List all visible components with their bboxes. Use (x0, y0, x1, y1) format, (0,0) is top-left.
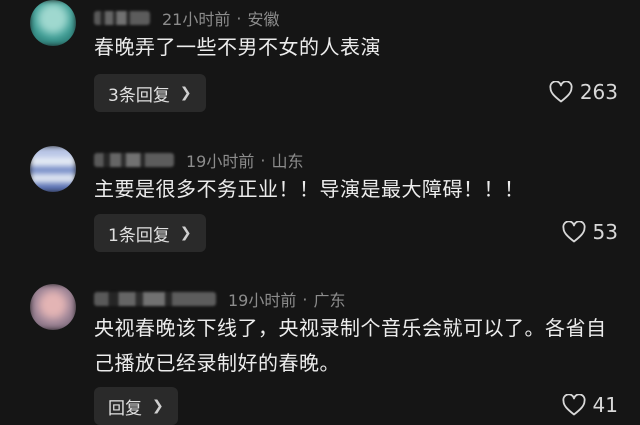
comment-meta: 21小时前 · 安徽 (94, 6, 279, 30)
avatar[interactable] (30, 284, 76, 330)
chevron-right-icon: ❯ (179, 85, 192, 101)
comment-time: 19小时前 (228, 291, 297, 310)
heart-outline-icon (562, 394, 586, 416)
like-count: 53 (592, 220, 618, 244)
comment-text: 央视春晚该下线了，央视录制个音乐会就可以了。各省自己播放已经录制好的春晚。 (94, 316, 607, 375)
reply-button[interactable]: 回复 ❯ (94, 387, 178, 425)
like-count: 263 (579, 80, 618, 104)
avatar[interactable] (30, 146, 76, 192)
avatar[interactable] (30, 0, 76, 46)
like-count: 41 (592, 393, 618, 417)
comment-text: 主要是很多不务正业！！导演是最大障碍！！！ (94, 177, 525, 201)
view-replies-button[interactable]: 3条回复 ❯ (94, 74, 206, 112)
reply-label: 3条回复 (108, 85, 170, 106)
comment-item: 21小时前 · 安徽 春晚弄了一些不男不女的人表演 3条回复 ❯ 263 (0, 0, 640, 130)
meta-separator: · (302, 289, 308, 309)
username-blurred[interactable] (94, 292, 216, 306)
view-replies-button[interactable]: 1条回复 ❯ (94, 214, 206, 252)
comment-meta: 19小时前 · 广东 (94, 287, 345, 311)
reply-label: 1条回复 (108, 225, 170, 246)
chevron-right-icon: ❯ (179, 225, 192, 241)
comment-meta: 19小时前 · 山东 (94, 148, 303, 172)
like-button[interactable]: 263 (549, 80, 618, 104)
comment-item: 19小时前 · 广东 央视春晚该下线了，央视录制个音乐会就可以了。各省自己播放已… (0, 280, 640, 425)
heart-outline-icon (562, 221, 586, 243)
comment-text: 春晚弄了一些不男不女的人表演 (94, 35, 381, 59)
comment-location: 广东 (313, 291, 346, 310)
comment-location: 安徽 (247, 10, 280, 29)
comment-item: 19小时前 · 山东 主要是很多不务正业！！导演是最大障碍！！！ 1条回复 ❯ … (0, 140, 640, 270)
meta-separator: · (260, 150, 266, 170)
username-blurred[interactable] (94, 11, 150, 25)
like-button[interactable]: 53 (562, 220, 618, 244)
chevron-right-icon: ❯ (152, 398, 164, 414)
reply-label: 回复 (108, 398, 142, 419)
comment-location: 山东 (271, 152, 304, 171)
meta-separator: · (236, 8, 242, 28)
like-button[interactable]: 41 (562, 393, 618, 417)
comment-time: 21小时前 (162, 10, 231, 29)
comment-time: 19小时前 (186, 152, 255, 171)
heart-outline-icon (549, 81, 573, 103)
username-blurred[interactable] (94, 153, 174, 167)
